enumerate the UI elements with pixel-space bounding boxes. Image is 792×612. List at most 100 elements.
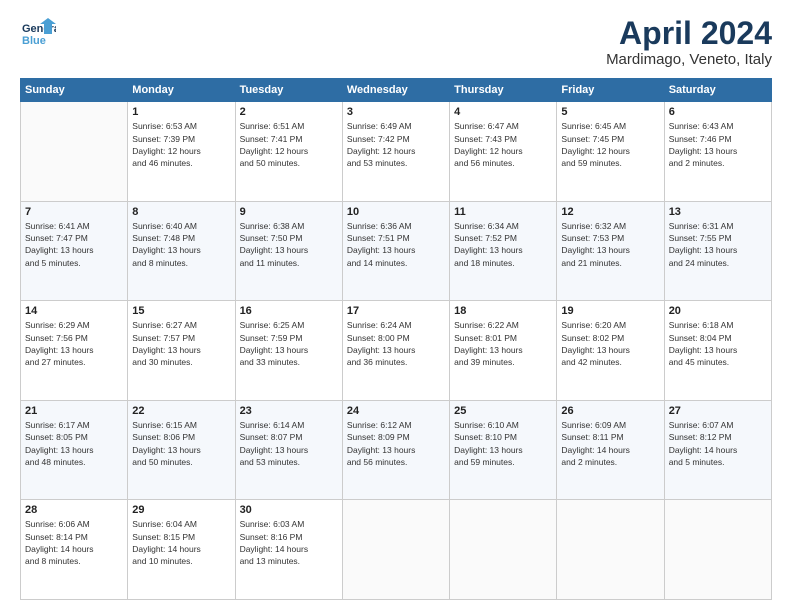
day-detail: Sunrise: 6:47 AMSunset: 7:43 PMDaylight:… [454, 120, 552, 169]
calendar-cell: 6 Sunrise: 6:43 AMSunset: 7:46 PMDaylight… [664, 102, 771, 202]
day-detail: Sunrise: 6:43 AMSunset: 7:46 PMDaylight:… [669, 120, 767, 169]
calendar-cell [664, 500, 771, 600]
calendar-cell: 3 Sunrise: 6:49 AMSunset: 7:42 PMDaylight… [342, 102, 449, 202]
day-detail: Sunrise: 6:18 AMSunset: 8:04 PMDaylight:… [669, 319, 767, 368]
day-number: 16 [240, 305, 338, 317]
calendar-cell: 8 Sunrise: 6:40 AMSunset: 7:48 PMDaylight… [128, 201, 235, 301]
day-number: 2 [240, 106, 338, 118]
calendar-table: SundayMondayTuesdayWednesdayThursdayFrid… [20, 78, 772, 600]
day-number: 4 [454, 106, 552, 118]
weekday-header-friday: Friday [557, 79, 664, 102]
week-row-4: 21 Sunrise: 6:17 AMSunset: 8:05 PMDayligh… [21, 400, 772, 500]
week-row-5: 28 Sunrise: 6:06 AMSunset: 8:14 PMDayligh… [21, 500, 772, 600]
day-detail: Sunrise: 6:27 AMSunset: 7:57 PMDaylight:… [132, 319, 230, 368]
day-detail: Sunrise: 6:34 AMSunset: 7:52 PMDaylight:… [454, 220, 552, 269]
calendar-cell [342, 500, 449, 600]
calendar-cell: 7 Sunrise: 6:41 AMSunset: 7:47 PMDaylight… [21, 201, 128, 301]
day-number: 20 [669, 305, 767, 317]
calendar-subtitle: Mardimago, Veneto, Italy [606, 51, 772, 68]
day-detail: Sunrise: 6:09 AMSunset: 8:11 PMDaylight:… [561, 419, 659, 468]
day-number: 22 [132, 405, 230, 417]
day-detail: Sunrise: 6:22 AMSunset: 8:01 PMDaylight:… [454, 319, 552, 368]
calendar-cell [21, 102, 128, 202]
day-detail: Sunrise: 6:29 AMSunset: 7:56 PMDaylight:… [25, 319, 123, 368]
calendar-cell: 5Sunrise: 6:45 AMSunset: 7:45 PMDaylight… [557, 102, 664, 202]
day-number: 29 [132, 504, 230, 516]
calendar-cell: 25Sunrise: 6:10 AMSunset: 8:10 PMDayligh… [450, 400, 557, 500]
calendar-cell: 17Sunrise: 6:24 AMSunset: 8:00 PMDayligh… [342, 301, 449, 401]
day-number: 26 [561, 405, 659, 417]
calendar-cell: 9 Sunrise: 6:38 AMSunset: 7:50 PMDaylight… [235, 201, 342, 301]
day-detail: Sunrise: 6:40 AMSunset: 7:48 PMDaylight:… [132, 220, 230, 269]
calendar-cell [450, 500, 557, 600]
day-detail: Sunrise: 6:10 AMSunset: 8:10 PMDaylight:… [454, 419, 552, 468]
calendar-cell: 16Sunrise: 6:25 AMSunset: 7:59 PMDayligh… [235, 301, 342, 401]
day-detail: Sunrise: 6:49 AMSunset: 7:42 PMDaylight:… [347, 120, 445, 169]
calendar-cell: 19Sunrise: 6:20 AMSunset: 8:02 PMDayligh… [557, 301, 664, 401]
day-number: 27 [669, 405, 767, 417]
day-detail: Sunrise: 6:51 AMSunset: 7:41 PMDaylight:… [240, 120, 338, 169]
day-detail: Sunrise: 6:53 AMSunset: 7:39 PMDaylight:… [132, 120, 230, 169]
day-detail: Sunrise: 6:36 AMSunset: 7:51 PMDaylight:… [347, 220, 445, 269]
calendar-cell: 4 Sunrise: 6:47 AMSunset: 7:43 PMDaylight… [450, 102, 557, 202]
weekday-header-saturday: Saturday [664, 79, 771, 102]
calendar-cell: 26 Sunrise: 6:09 AMSunset: 8:11 PMDayligh… [557, 400, 664, 500]
day-number: 14 [25, 305, 123, 317]
calendar-cell: 28 Sunrise: 6:06 AMSunset: 8:14 PMDayligh… [21, 500, 128, 600]
day-number: 11 [454, 206, 552, 218]
day-number: 10 [347, 206, 445, 218]
day-detail: Sunrise: 6:38 AMSunset: 7:50 PMDaylight:… [240, 220, 338, 269]
day-detail: Sunrise: 6:07 AMSunset: 8:12 PMDaylight:… [669, 419, 767, 468]
weekday-header-sunday: Sunday [21, 79, 128, 102]
calendar-cell: 12Sunrise: 6:32 AMSunset: 7:53 PMDayligh… [557, 201, 664, 301]
day-number: 13 [669, 206, 767, 218]
day-detail: Sunrise: 6:06 AMSunset: 8:14 PMDaylight:… [25, 518, 123, 567]
day-detail: Sunrise: 6:32 AMSunset: 7:53 PMDaylight:… [561, 220, 659, 269]
day-number: 24 [347, 405, 445, 417]
day-number: 7 [25, 206, 123, 218]
svg-text:Blue: Blue [22, 35, 46, 47]
calendar-cell: 10 Sunrise: 6:36 AMSunset: 7:51 PMDayligh… [342, 201, 449, 301]
calendar-cell: 22 Sunrise: 6:15 AMSunset: 8:06 PMDayligh… [128, 400, 235, 500]
weekday-header-tuesday: Tuesday [235, 79, 342, 102]
calendar-cell [557, 500, 664, 600]
day-number: 23 [240, 405, 338, 417]
day-number: 18 [454, 305, 552, 317]
calendar-cell: 11 Sunrise: 6:34 AMSunset: 7:52 PMDayligh… [450, 201, 557, 301]
logo: General Blue [20, 16, 56, 52]
day-detail: Sunrise: 6:14 AMSunset: 8:07 PMDaylight:… [240, 419, 338, 468]
day-detail: Sunrise: 6:15 AMSunset: 8:06 PMDaylight:… [132, 419, 230, 468]
calendar-cell: 30 Sunrise: 6:03 AMSunset: 8:16 PMDayligh… [235, 500, 342, 600]
calendar-cell: 29 Sunrise: 6:04 AMSunset: 8:15 PMDayligh… [128, 500, 235, 600]
day-detail: Sunrise: 6:17 AMSunset: 8:05 PMDaylight:… [25, 419, 123, 468]
day-detail: Sunrise: 6:31 AMSunset: 7:55 PMDaylight:… [669, 220, 767, 269]
day-number: 30 [240, 504, 338, 516]
calendar-cell: 13 Sunrise: 6:31 AMSunset: 7:55 PMDayligh… [664, 201, 771, 301]
logo-svg: General Blue [20, 16, 56, 52]
calendar-cell: 15 Sunrise: 6:27 AMSunset: 7:57 PMDayligh… [128, 301, 235, 401]
day-detail: Sunrise: 6:41 AMSunset: 7:47 PMDaylight:… [25, 220, 123, 269]
day-number: 21 [25, 405, 123, 417]
week-row-2: 7 Sunrise: 6:41 AMSunset: 7:47 PMDaylight… [21, 201, 772, 301]
weekday-header-wednesday: Wednesday [342, 79, 449, 102]
weekday-header-monday: Monday [128, 79, 235, 102]
calendar-cell: 21 Sunrise: 6:17 AMSunset: 8:05 PMDayligh… [21, 400, 128, 500]
calendar-cell: 23 Sunrise: 6:14 AMSunset: 8:07 PMDayligh… [235, 400, 342, 500]
day-number: 9 [240, 206, 338, 218]
day-number: 6 [669, 106, 767, 118]
weekday-header-row: SundayMondayTuesdayWednesdayThursdayFrid… [21, 79, 772, 102]
day-number: 8 [132, 206, 230, 218]
calendar-cell: 24Sunrise: 6:12 AMSunset: 8:09 PMDayligh… [342, 400, 449, 500]
day-number: 5 [561, 106, 659, 118]
week-row-3: 14 Sunrise: 6:29 AMSunset: 7:56 PMDayligh… [21, 301, 772, 401]
day-number: 1 [132, 106, 230, 118]
day-number: 28 [25, 504, 123, 516]
calendar-page: General Blue April 2024 Mardimago, Venet… [0, 0, 792, 612]
day-number: 15 [132, 305, 230, 317]
day-detail: Sunrise: 6:03 AMSunset: 8:16 PMDaylight:… [240, 518, 338, 567]
calendar-cell: 18 Sunrise: 6:22 AMSunset: 8:01 PMDayligh… [450, 301, 557, 401]
day-number: 3 [347, 106, 445, 118]
calendar-title: April 2024 [606, 16, 772, 51]
calendar-cell: 14 Sunrise: 6:29 AMSunset: 7:56 PMDayligh… [21, 301, 128, 401]
day-detail: Sunrise: 6:04 AMSunset: 8:15 PMDaylight:… [132, 518, 230, 567]
